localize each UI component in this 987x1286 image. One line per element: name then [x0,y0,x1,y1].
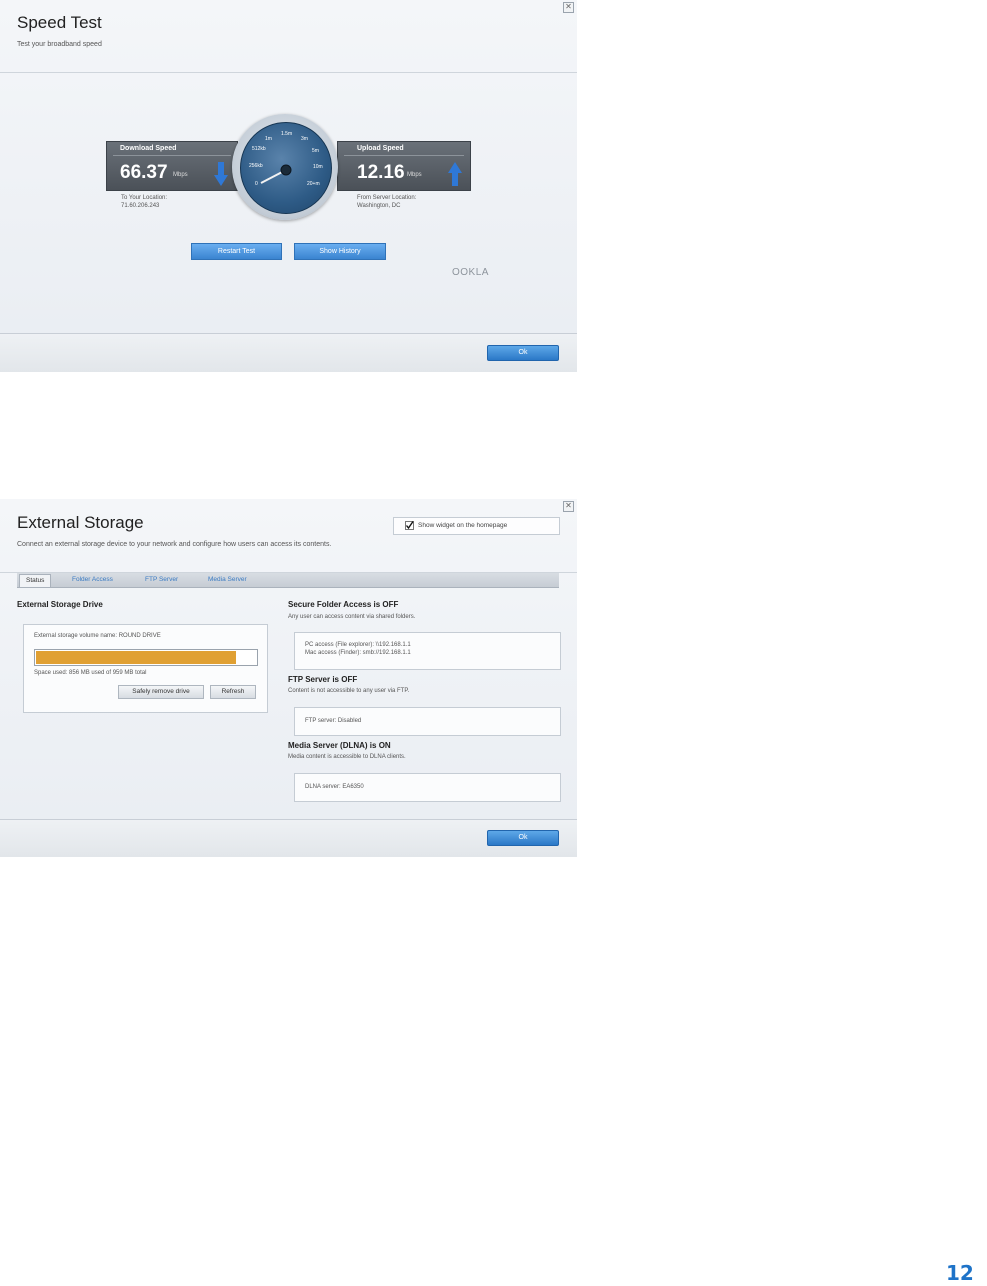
dialog-footer: Ok [0,333,577,372]
download-unit: Mbps [173,172,188,178]
speed-test-panel: ✕ Speed Test Test your broadband speed D… [0,0,577,372]
page-title: External Storage [17,513,144,532]
pc-access-text: PC access (File explorer): \\192.168.1.1 [305,642,411,648]
secure-folder-desc: Any user can access content via shared f… [288,614,416,620]
divider [344,155,464,156]
space-used-text: Space used: 856 MB used of 959 MB total [34,670,147,676]
mac-access-text: Mac access (Finder): smb://192.168.1.1 [305,650,411,656]
drive-status-box: External storage volume name: ROUND DRIV… [23,624,268,713]
dlna-desc: Media content is accessible to DLNA clie… [288,754,406,760]
show-history-button[interactable]: Show History [294,243,386,260]
restart-test-button[interactable]: Restart Test [191,243,282,260]
tab-status[interactable]: Status [19,574,52,587]
gauge-needle-icon [260,164,292,184]
ftp-box: FTP server: Disabled [294,707,561,736]
ftp-desc: Content is not accessible to any user vi… [288,688,410,694]
dlna-heading: Media Server (DLNA) is ON [288,741,391,750]
tab-ftp-server[interactable]: FTP Server [145,576,178,583]
tab-bar: Status Folder Access FTP Server Media Se… [17,573,559,588]
page-subtitle: Connect an external storage device to yo… [17,541,332,548]
dialog-footer: Ok [0,819,577,857]
dlna-box: DLNA server: EA6350 [294,773,561,802]
checkbox-checked-icon[interactable] [405,521,414,530]
download-arrow-icon [214,162,228,186]
ftp-heading: FTP Server is OFF [288,675,358,684]
volume-name: External storage volume name: ROUND DRIV… [34,633,161,639]
upload-unit: Mbps [407,172,422,178]
close-icon[interactable]: ✕ [563,501,574,512]
upload-caption: Upload Speed [357,145,404,152]
location-label: From Server Location: [357,195,417,201]
download-caption: Download Speed [120,145,177,152]
show-widget-label: Show widget on the homepage [418,522,508,529]
location-value: Washington, DC [357,203,401,209]
download-value: 66.37 [120,162,168,183]
gauge-face: 0 256kb 512kb 1m 1.5m 3m 5m 10m 20+m [240,122,332,214]
tab-folder-access[interactable]: Folder Access [72,576,113,583]
upload-speed-box: Upload Speed 12.16 Mbps [337,141,471,191]
speedometer-gauge: 0 256kb 512kb 1m 1.5m 3m 5m 10m 20+m [232,114,338,220]
safely-remove-drive-button[interactable]: Safely remove drive [118,685,204,699]
download-speed-box: Download Speed 66.37 Mbps [106,141,238,191]
ok-button[interactable]: Ok [487,830,559,846]
upload-arrow-icon [448,162,462,186]
show-widget-box: Show widget on the homepage [393,517,560,535]
location-value: 71.60.206.243 [121,203,160,209]
location-label: To Your Location: [121,195,168,201]
storage-usage-fill [36,651,236,664]
close-icon[interactable]: ✕ [563,2,574,13]
storage-usage-bar [34,649,258,666]
upload-value: 12.16 [357,162,405,183]
secure-folder-box: PC access (File explorer): \\192.168.1.1… [294,632,561,670]
secure-folder-heading: Secure Folder Access is OFF [288,600,399,609]
divider [113,155,231,156]
tab-media-server[interactable]: Media Server [208,576,247,583]
refresh-button[interactable]: Refresh [210,685,256,699]
page-subtitle: Test your broadband speed [17,41,102,48]
upload-location: From Server Location: Washington, DC [357,194,416,210]
download-location: To Your Location: 71.60.206.243 [121,194,167,210]
drive-heading: External Storage Drive [17,600,103,609]
header-divider [0,72,577,73]
ok-button[interactable]: Ok [487,345,559,361]
ookla-logo: OOKLA [452,267,489,278]
dlna-server-status: DLNA server: EA6350 [305,784,364,790]
page-title: Speed Test [17,13,102,32]
ftp-server-status: FTP server: Disabled [305,718,362,724]
page-number: 12 [946,1261,974,1285]
